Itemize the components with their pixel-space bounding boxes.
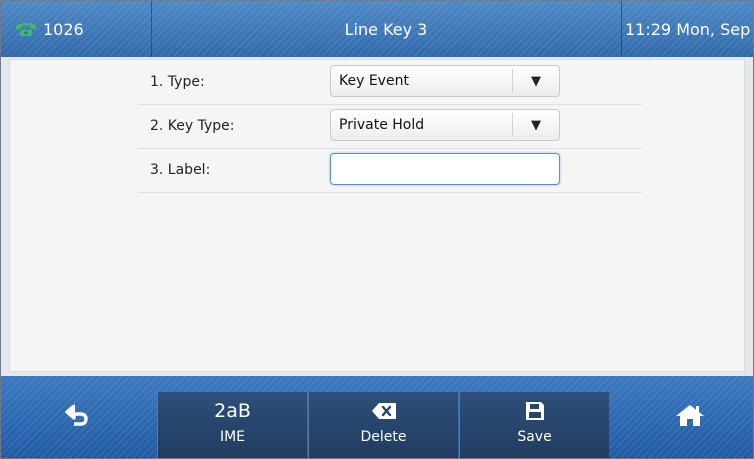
key-type-row: 2. Key Type: Private Hold ▼ bbox=[138, 104, 642, 149]
status-bar: 1026 Line Key 3 11:29 Mon, Sep 05 bbox=[1, 1, 754, 57]
phone-screen: 1026 Line Key 3 11:29 Mon, Sep 05 1. Typ… bbox=[0, 0, 754, 459]
ime-label: IME bbox=[219, 429, 246, 445]
delete-button[interactable]: Delete bbox=[308, 392, 458, 458]
backspace-icon bbox=[309, 398, 458, 424]
account-indicator[interactable]: 1026 bbox=[1, 1, 151, 57]
page-title: Line Key 3 bbox=[344, 19, 428, 39]
back-arrow-icon bbox=[65, 403, 91, 431]
ime-mode-indicator: 2aB bbox=[214, 400, 251, 422]
softkey-bar: 2aB IME Delete Save bbox=[1, 376, 753, 458]
key-type-label: 2. Key Type: bbox=[150, 118, 235, 134]
account-number: 1026 bbox=[43, 19, 84, 39]
delete-label: Delete bbox=[360, 429, 407, 445]
home-button[interactable] bbox=[613, 376, 754, 458]
settings-panel: 1. Type: Key Event ▼ 2. Key Type: Privat… bbox=[9, 59, 745, 372]
dropdown-arrow-icon[interactable]: ▼ bbox=[513, 66, 559, 96]
date-time: 11:29 Mon, Sep 05 bbox=[625, 19, 754, 39]
type-label: 1. Type: bbox=[150, 74, 205, 90]
key-type-value: Private Hold bbox=[339, 117, 425, 133]
type-value: Key Event bbox=[339, 73, 409, 89]
home-icon bbox=[675, 403, 705, 431]
dropdown-arrow-icon[interactable]: ▼ bbox=[513, 110, 559, 140]
phone-handset-icon bbox=[15, 21, 37, 37]
ime-button[interactable]: 2aB IME bbox=[157, 392, 307, 458]
save-button[interactable]: Save bbox=[459, 392, 609, 458]
label-row: 3. Label: bbox=[138, 148, 642, 193]
key-type-dropdown[interactable]: Private Hold ▼ bbox=[330, 109, 560, 141]
label-label: 3. Label: bbox=[150, 162, 211, 178]
label-input[interactable] bbox=[330, 153, 560, 185]
type-dropdown[interactable]: Key Event ▼ bbox=[330, 65, 560, 97]
back-button[interactable] bbox=[1, 376, 155, 458]
type-row: 1. Type: Key Event ▼ bbox=[138, 60, 642, 105]
floppy-disk-icon bbox=[460, 398, 609, 424]
save-label: Save bbox=[517, 429, 552, 445]
